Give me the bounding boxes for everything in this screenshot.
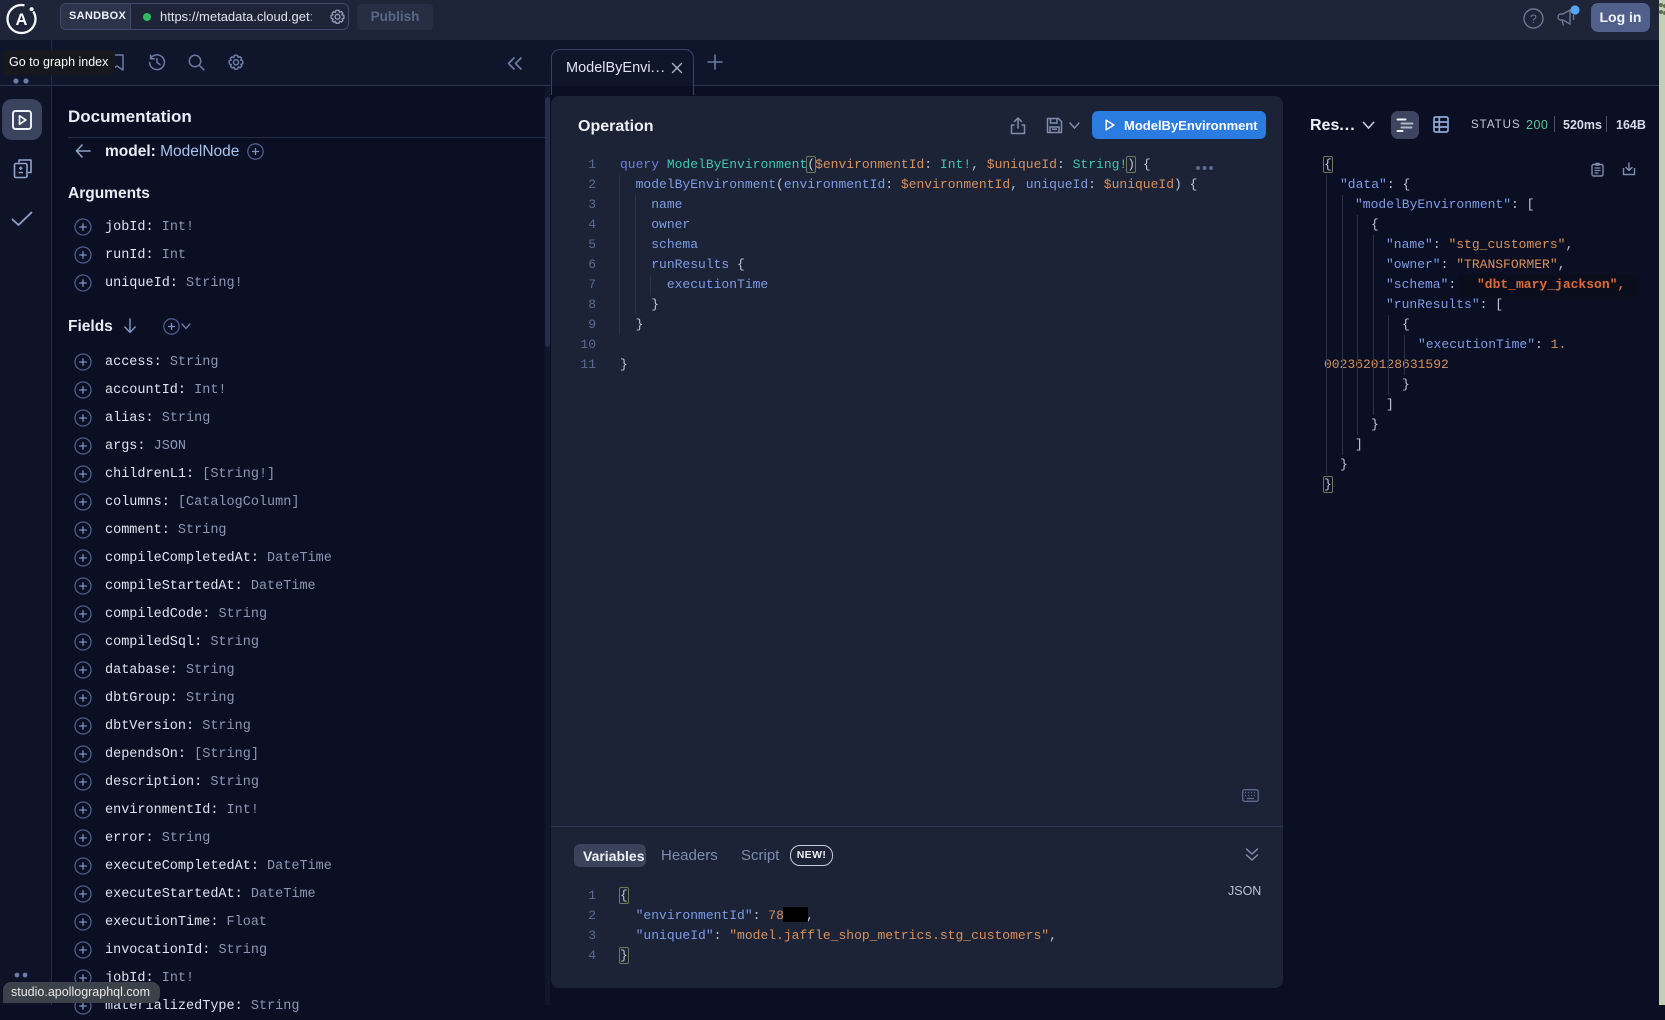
svg-text:A: A bbox=[16, 11, 28, 29]
svg-text:?: ? bbox=[1530, 12, 1537, 26]
